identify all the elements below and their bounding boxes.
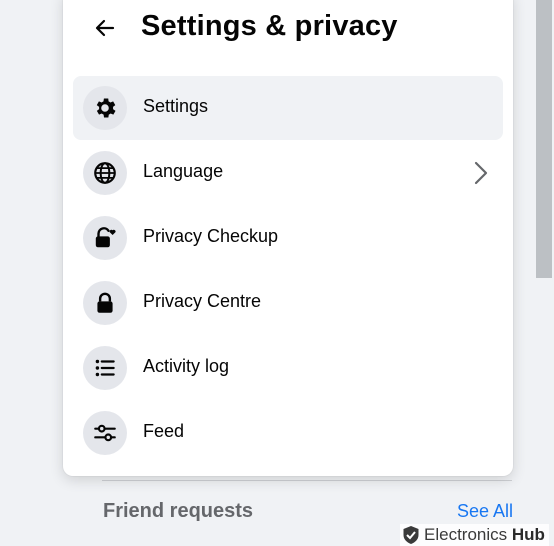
panel-title: Settings & privacy (141, 10, 398, 42)
see-all-link[interactable]: See All (457, 501, 513, 522)
menu-item-privacy-centre[interactable]: Privacy Centre (73, 271, 503, 335)
back-button[interactable] (85, 8, 125, 48)
menu-item-activity-log[interactable]: Activity log (73, 336, 503, 400)
list-icon (83, 346, 127, 390)
menu-item-language[interactable]: Language (73, 141, 503, 205)
menu-item-label: Language (143, 161, 224, 181)
shield-logo-icon (403, 526, 419, 544)
menu-item-label: Activity log (143, 356, 230, 376)
scrollbar-thumb[interactable] (536, 0, 552, 278)
chevron-right-icon (469, 159, 493, 187)
watermark-text: Electronics Hub (424, 525, 545, 545)
lock-icon (83, 281, 127, 325)
menu-item-privacy-checkup[interactable]: Privacy Checkup (73, 206, 503, 270)
panel-header: Settings & privacy (63, 0, 513, 58)
settings-privacy-panel: Settings & privacy Settings Language Pri… (63, 0, 513, 476)
sliders-icon (83, 411, 127, 455)
gear-icon (83, 86, 127, 130)
background-divider (102, 480, 512, 481)
menu-item-label: Settings (143, 96, 209, 116)
scrollbar-track[interactable] (534, 0, 554, 546)
lock-heart-icon (83, 216, 127, 260)
globe-icon (83, 151, 127, 195)
watermark-brand-regular: Electronics (424, 525, 508, 544)
menu-item-feed[interactable]: Feed (73, 401, 503, 465)
friend-requests-heading: Friend requests (103, 500, 254, 522)
menu-item-label: Feed (143, 421, 185, 441)
watermark-brand-bold: Hub (511, 525, 545, 544)
menu-item-label: Privacy Checkup (143, 226, 279, 246)
menu-item-label: Privacy Centre (143, 291, 262, 311)
page: Friend requests See All Settings & priva… (0, 0, 554, 546)
back-arrow-icon (95, 19, 115, 37)
electronics-hub-watermark: Electronics Hub (400, 524, 549, 546)
menu-item-settings[interactable]: Settings (73, 76, 503, 140)
